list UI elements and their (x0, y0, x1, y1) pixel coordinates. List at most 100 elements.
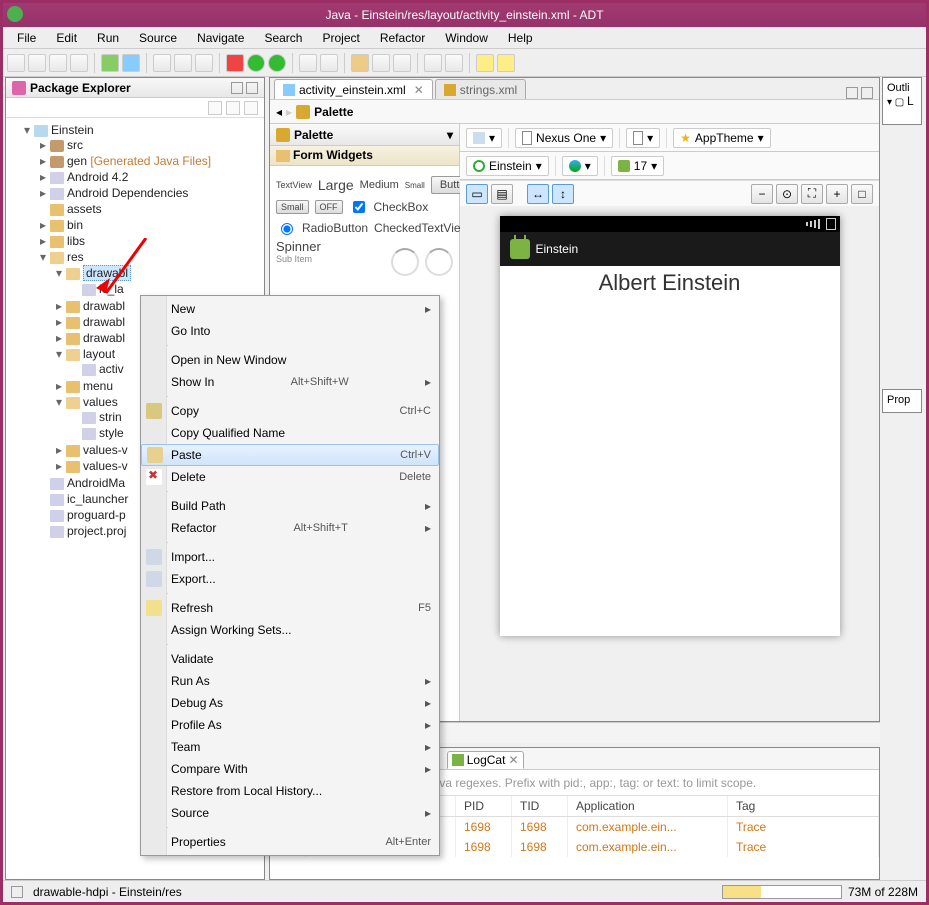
widget-checkedtv[interactable]: CheckedTextView (374, 221, 469, 235)
zoom-fit-icon[interactable]: ⛶ (801, 184, 823, 204)
tb-new[interactable] (7, 54, 25, 72)
phone-content[interactable]: Albert Einstein (500, 266, 840, 296)
tb-new-class2[interactable] (320, 54, 338, 72)
tree-proguard[interactable]: proguard-p (67, 508, 126, 522)
view-logcat[interactable]: LogCat ✕ (447, 751, 524, 769)
widget-off[interactable]: OFF (315, 200, 343, 214)
menu-new[interactable]: New (141, 298, 439, 320)
tb-toggle[interactable] (372, 54, 390, 72)
progress-icon2[interactable] (425, 248, 453, 276)
tree-project[interactable]: Einstein (51, 123, 94, 137)
tree-values-v1[interactable]: values-v (83, 443, 128, 457)
outline-view[interactable]: Outli ▾ ▢ L (882, 77, 922, 125)
collapse-all-icon[interactable] (208, 101, 222, 115)
tree-assets[interactable]: assets (67, 202, 102, 216)
menu-open-new-window[interactable]: Open in New Window (141, 349, 439, 371)
tree-ic-la[interactable]: ic_la (99, 282, 124, 296)
activity-dropdown[interactable]: Einstein ▾ (466, 156, 549, 176)
menu-search[interactable]: Search (256, 29, 310, 47)
col-app[interactable]: Application (568, 796, 728, 816)
menu-refactor[interactable]: RefactorAlt+Shift+T (141, 517, 439, 539)
close-view-icon[interactable]: ✕ (508, 753, 518, 767)
menu-refresh[interactable]: RefreshF5 (141, 597, 439, 619)
maximize-icon[interactable] (246, 82, 258, 94)
close-tab-icon[interactable]: ✕ (414, 83, 424, 97)
tree-menu[interactable]: menu (83, 379, 113, 393)
widget-large[interactable]: Large (318, 177, 354, 193)
tb-run-ext[interactable] (268, 54, 286, 72)
tb-back[interactable] (476, 54, 494, 72)
mode-v[interactable]: ↕ (552, 184, 574, 204)
zoom-reset-icon[interactable]: ⊙ (776, 184, 798, 204)
tb-avd[interactable] (122, 54, 140, 72)
menubar[interactable]: File Edit Run Source Navigate Search Pro… (3, 27, 926, 49)
tree-style[interactable]: style (99, 426, 124, 440)
menu-show-in[interactable]: Show InAlt+Shift+W (141, 371, 439, 393)
menu-edit[interactable]: Edit (48, 29, 85, 47)
tb-sdk[interactable] (101, 54, 119, 72)
device-preview[interactable]: Einstein Albert Einstein (500, 216, 840, 636)
tree-libs[interactable]: libs (67, 234, 85, 248)
tree-drawable3[interactable]: drawabl (83, 315, 125, 329)
tree-activ[interactable]: activ (99, 362, 124, 376)
tree-deps[interactable]: Android Dependencies (67, 186, 188, 200)
menu-paste[interactable]: PasteCtrl+V (141, 444, 439, 466)
menu-help[interactable]: Help (500, 29, 541, 47)
col-pid[interactable]: PID (456, 796, 512, 816)
col-tag[interactable]: Tag (728, 796, 879, 816)
menu-debug-as[interactable]: Debug As (141, 692, 439, 714)
menu-team[interactable]: Team (141, 736, 439, 758)
tree-drawable-selected[interactable]: drawabl (83, 265, 131, 281)
menu-window[interactable]: Window (437, 29, 496, 47)
tb-bug[interactable] (393, 54, 411, 72)
tb-saveall[interactable] (49, 54, 67, 72)
widget-textview[interactable]: TextView (276, 180, 312, 190)
tree-manifest[interactable]: AndroidMa (67, 476, 125, 490)
tb-fwd[interactable] (497, 54, 515, 72)
minimize-icon[interactable] (231, 82, 243, 94)
menu-go-into[interactable]: Go Into (141, 320, 439, 342)
widget-medium[interactable]: Medium (360, 179, 399, 191)
status-icon[interactable] (11, 886, 23, 898)
tree-android[interactable]: Android 4.2 (67, 170, 128, 184)
menu-build-path[interactable]: Build Path (141, 495, 439, 517)
tb-open-type[interactable] (195, 54, 213, 72)
zoom-100-icon[interactable]: □ (851, 184, 873, 204)
tb-debug[interactable] (226, 54, 244, 72)
device-dropdown[interactable]: Nexus One ▾ (515, 128, 613, 148)
memory-bar[interactable] (722, 885, 842, 899)
nav-fwd-icon[interactable]: ▸ (286, 105, 292, 119)
minimize-icon[interactable] (846, 87, 858, 99)
mode-h[interactable]: ↔ (527, 184, 549, 204)
properties-view[interactable]: Prop (882, 389, 922, 413)
tree-strin[interactable]: strin (99, 410, 122, 424)
menu-validate[interactable]: Validate (141, 648, 439, 670)
tb-new-project[interactable] (153, 54, 171, 72)
widget-radio[interactable] (281, 223, 293, 235)
tree-drawable4[interactable]: drawabl (83, 331, 125, 345)
palette-menu-icon[interactable]: ▾ (447, 128, 453, 142)
tree-layout[interactable]: layout (83, 347, 115, 361)
theme-dropdown[interactable]: ★AppTheme ▾ (673, 128, 771, 148)
menu-run[interactable]: Run (89, 29, 127, 47)
orientation-dropdown[interactable]: ▾ (626, 128, 660, 148)
mode-design[interactable]: ▭ (466, 184, 488, 204)
menu-restore-history[interactable]: Restore from Local History... (141, 780, 439, 802)
menu-project[interactable]: Project (314, 29, 367, 47)
tb-new-pkg[interactable] (299, 54, 317, 72)
mode-blueprint[interactable]: ▤ (491, 184, 513, 204)
tree-drawable2[interactable]: drawabl (83, 299, 125, 313)
tree-values-v2[interactable]: values-v (83, 459, 128, 473)
tb-print[interactable] (70, 54, 88, 72)
tree-launcher[interactable]: ic_launcher (67, 492, 128, 506)
maximize-icon[interactable] (861, 87, 873, 99)
tree-res[interactable]: res (67, 250, 84, 264)
tree-project[interactable]: project.proj (67, 524, 126, 538)
tree-src[interactable]: src (67, 138, 83, 152)
tb-run[interactable] (247, 54, 265, 72)
tree-bin[interactable]: bin (67, 218, 83, 232)
menu-properties[interactable]: PropertiesAlt+Enter (141, 831, 439, 853)
menu-copy[interactable]: CopyCtrl+C (141, 400, 439, 422)
locale-dropdown[interactable]: ▾ (562, 156, 598, 176)
tab-strings[interactable]: strings.xml (435, 79, 526, 99)
